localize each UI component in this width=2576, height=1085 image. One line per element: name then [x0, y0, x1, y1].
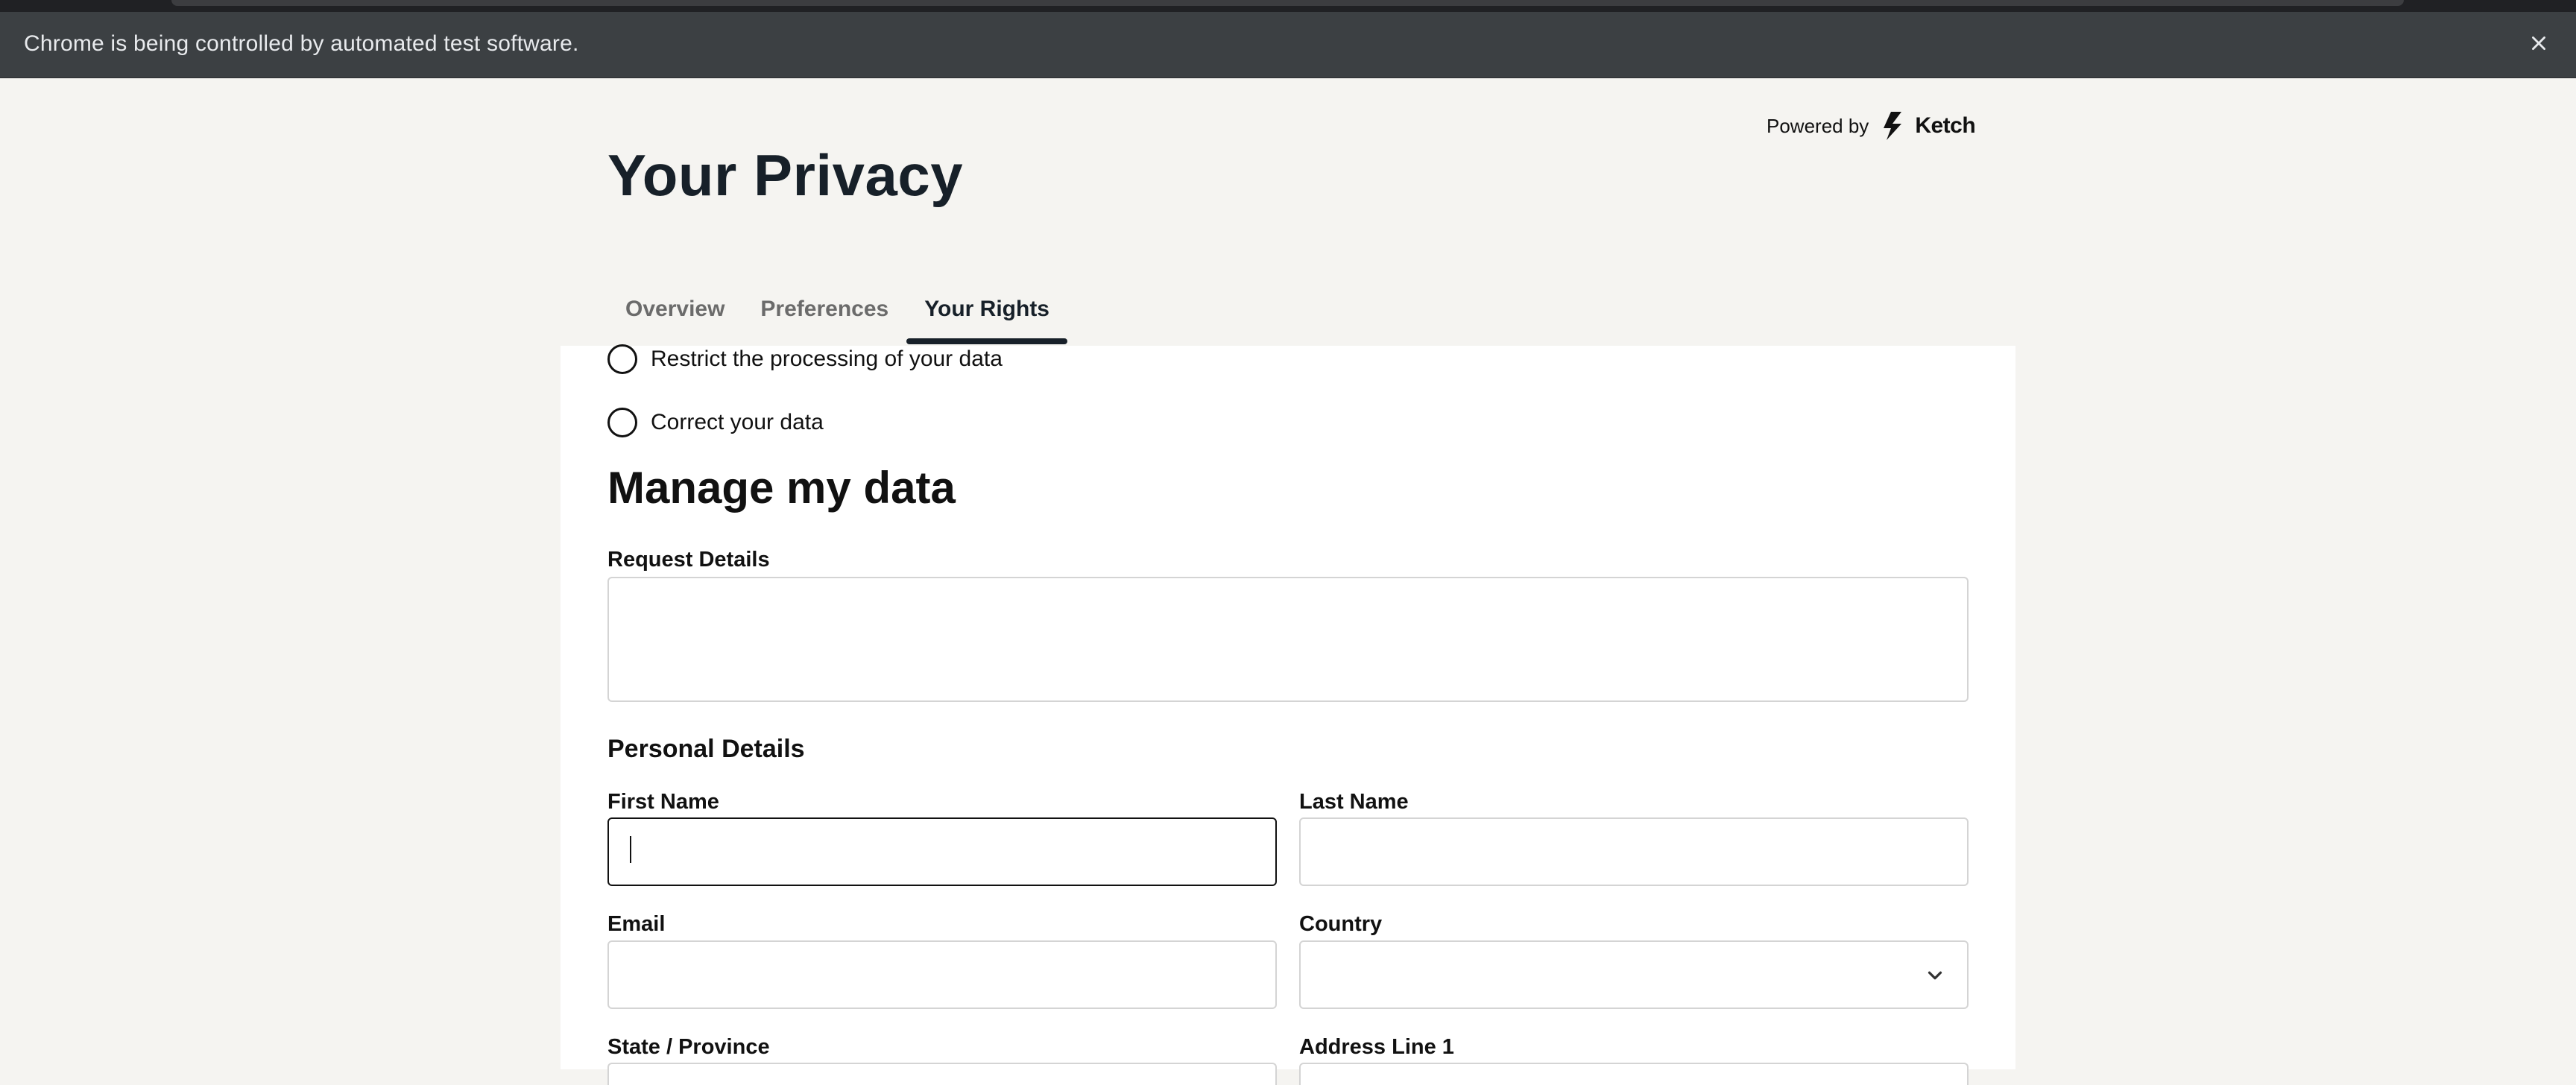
- radio-option-correct-data[interactable]: Correct your data: [607, 408, 824, 437]
- first-name-field[interactable]: [607, 817, 1277, 886]
- tab-overview-label: Overview: [625, 297, 725, 321]
- text-caret: [630, 836, 631, 863]
- tab-preferences[interactable]: Preferences: [742, 291, 906, 344]
- browser-top-strip: [0, 0, 2576, 12]
- privacy-tabs: Overview Preferences Your Rights: [607, 291, 1067, 344]
- automation-infobar: Chrome is being controlled by automated …: [0, 12, 2576, 78]
- active-tab-indicator: [906, 338, 1067, 344]
- section-title: Manage my data: [607, 463, 956, 513]
- ketch-wordmark: Ketch: [1915, 113, 1976, 138]
- tab-overview[interactable]: Overview: [607, 291, 742, 344]
- radio-button[interactable]: [607, 408, 637, 437]
- powered-by-label: Powered by: [1767, 114, 1869, 137]
- personal-details-heading: Personal Details: [607, 735, 805, 763]
- radio-label: Correct your data: [651, 410, 824, 434]
- powered-by: Powered by Ketch: [1767, 110, 1976, 142]
- page-title: Your Privacy: [607, 142, 964, 208]
- state-province-field[interactable]: [607, 1063, 1277, 1085]
- country-label: Country: [1299, 912, 1383, 936]
- request-details-label: Request Details: [607, 548, 770, 572]
- address-line1-label: Address Line 1: [1299, 1035, 1454, 1059]
- radio-button[interactable]: [607, 344, 637, 374]
- tab-preferences-label: Preferences: [760, 297, 889, 321]
- chevron-down-icon: [1928, 971, 1942, 980]
- last-name-field[interactable]: [1299, 817, 1969, 886]
- email-field[interactable]: [607, 940, 1277, 1009]
- first-name-label: First Name: [607, 790, 719, 814]
- tab-your-rights[interactable]: Your Rights: [906, 291, 1067, 344]
- ketch-logo-icon: [1884, 112, 1902, 140]
- browser-tab-strip: [171, 0, 2404, 6]
- country-select[interactable]: [1299, 940, 1969, 1009]
- last-name-label: Last Name: [1299, 790, 1409, 814]
- radio-label: Restrict the processing of your data: [651, 347, 1003, 371]
- radio-option-restrict-processing[interactable]: Restrict the processing of your data: [607, 344, 1003, 374]
- address-line1-field[interactable]: [1299, 1063, 1969, 1085]
- ketch-logo[interactable]: Ketch: [1879, 110, 1976, 142]
- request-details-field[interactable]: [607, 577, 1969, 702]
- state-province-label: State / Province: [607, 1035, 770, 1059]
- close-icon[interactable]: [2524, 28, 2554, 58]
- email-label: Email: [607, 912, 666, 936]
- tab-your-rights-label: Your Rights: [924, 297, 1049, 321]
- infobar-message: Chrome is being controlled by automated …: [24, 31, 579, 56]
